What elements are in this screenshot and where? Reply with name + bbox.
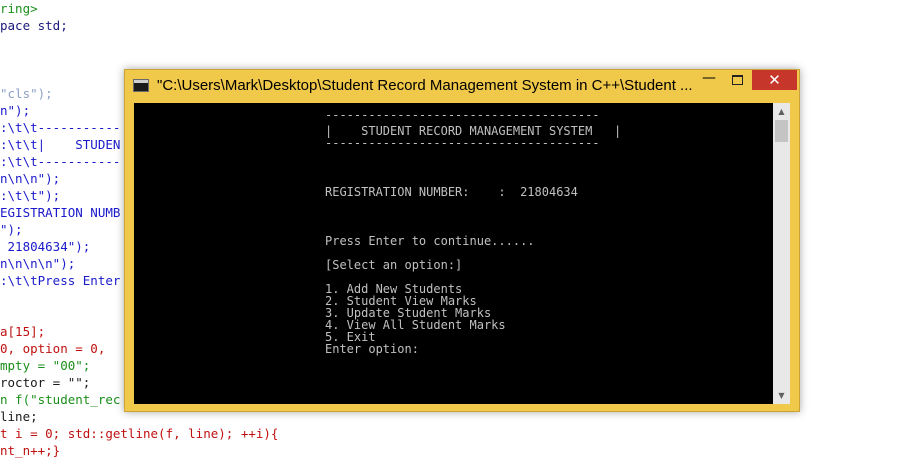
code-line: "cls"); [0, 86, 53, 101]
code-line: pace std; [0, 18, 68, 33]
code-line: n\n\n\n"); [0, 256, 76, 271]
code-line: n\n\n"); [0, 171, 61, 186]
minimize-button[interactable]: — [696, 70, 722, 90]
code-line: roctor = ""; [0, 375, 91, 390]
code-line: n f("student_rec [0, 392, 121, 407]
code-line: :\t\tPress Enter [0, 273, 121, 288]
console-window[interactable]: "C:\Users\Mark\Desktop\Student Record Ma… [124, 69, 800, 412]
code-line: 0, option = 0, [0, 341, 106, 356]
select-option-label: [Select an option:] [325, 258, 463, 272]
registration-number: REGISTRATION NUMBER: : 21804634 [325, 185, 578, 199]
close-icon: ✕ [768, 71, 781, 89]
console-output[interactable]: -------------------------------------- |… [134, 103, 773, 404]
code-line: "); [0, 222, 23, 237]
code-line: a[15]; [0, 324, 46, 339]
code-line: :\t\t| STUDEN [0, 137, 121, 152]
code-line: 21804634"); [0, 239, 91, 254]
maximize-icon [732, 75, 743, 85]
enter-option-prompt[interactable]: Enter option: [325, 343, 419, 355]
code-line: t i = 0; std::getline(f, line); ++i){ [0, 426, 279, 441]
press-enter-prompt: Press Enter to continue...... [325, 234, 535, 248]
vertical-scrollbar[interactable]: ▲ ▼ [773, 103, 790, 404]
code-line: line; [0, 409, 38, 424]
menu-border-top: -------------------------------------- [325, 108, 600, 122]
code-line: EGISTRATION NUMB [0, 205, 121, 220]
scrollbar-thumb[interactable] [775, 120, 788, 142]
code-line: :\t\t----------- [0, 120, 121, 135]
menu-border-bottom: -------------------------------------- [325, 136, 600, 150]
close-button[interactable]: ✕ [752, 70, 797, 90]
window-title: "C:\Users\Mark\Desktop\Student Record Ma… [157, 77, 693, 94]
code-line: n"); [0, 103, 31, 118]
code-line: :\t\t"); [0, 188, 61, 203]
scroll-up-arrow-icon[interactable]: ▲ [773, 103, 790, 120]
code-line: :\t\t----------- [0, 154, 121, 169]
code-line: nt_n++;} [0, 443, 61, 458]
code-line: mpty = "00"; [0, 358, 91, 373]
window-titlebar[interactable]: "C:\Users\Mark\Desktop\Student Record Ma… [125, 70, 799, 104]
maximize-button[interactable] [724, 70, 750, 90]
scroll-down-arrow-icon[interactable]: ▼ [773, 387, 790, 404]
code-line: ring> [0, 1, 38, 16]
console-app-icon[interactable] [133, 79, 149, 92]
